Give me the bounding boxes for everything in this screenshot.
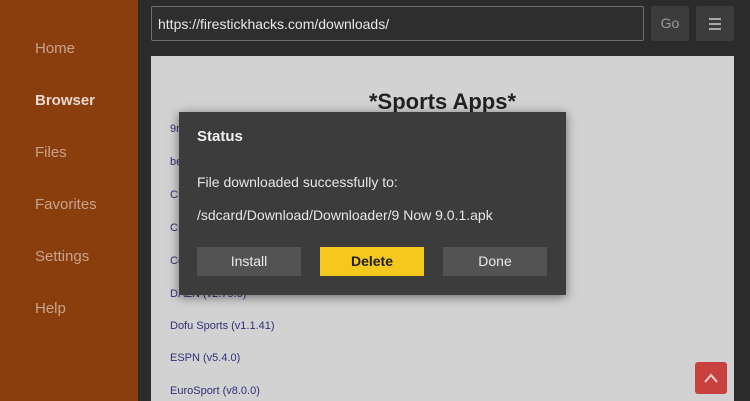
chevron-up-icon [704, 373, 718, 383]
app-window: Home Browser Files Favorites Settings He… [0, 0, 750, 401]
delete-button[interactable]: Delete [320, 247, 424, 276]
dialog-title: Status [197, 128, 243, 145]
download-path: /sdcard/Download/Downloader/9 Now 9.0.1.… [197, 207, 493, 223]
sidebar-item-help[interactable]: Help [35, 300, 66, 317]
done-button[interactable]: Done [443, 247, 547, 276]
install-button[interactable]: Install [197, 247, 301, 276]
sidebar-item-browser[interactable]: Browser [35, 92, 95, 109]
status-dialog: Status File downloaded successfully to: … [179, 112, 566, 295]
sidebar-item-files[interactable]: Files [35, 144, 67, 161]
sidebar-item-home[interactable]: Home [35, 40, 75, 57]
sidebar-item-settings[interactable]: Settings [35, 248, 89, 265]
url-input[interactable] [151, 6, 644, 41]
menu-button[interactable] [696, 6, 734, 41]
app-link[interactable]: ESPN (v5.4.0) [170, 352, 240, 364]
app-link[interactable]: EuroSport (v8.0.0) [170, 385, 260, 397]
scroll-to-top-button[interactable] [695, 362, 727, 394]
go-button[interactable]: Go [651, 6, 689, 41]
sidebar-item-favorites[interactable]: Favorites [35, 196, 97, 213]
sidebar: Home Browser Files Favorites Settings He… [0, 0, 138, 401]
app-link[interactable]: Dofu Sports (v1.1.41) [170, 320, 275, 332]
dialog-message: File downloaded successfully to: [197, 174, 398, 190]
